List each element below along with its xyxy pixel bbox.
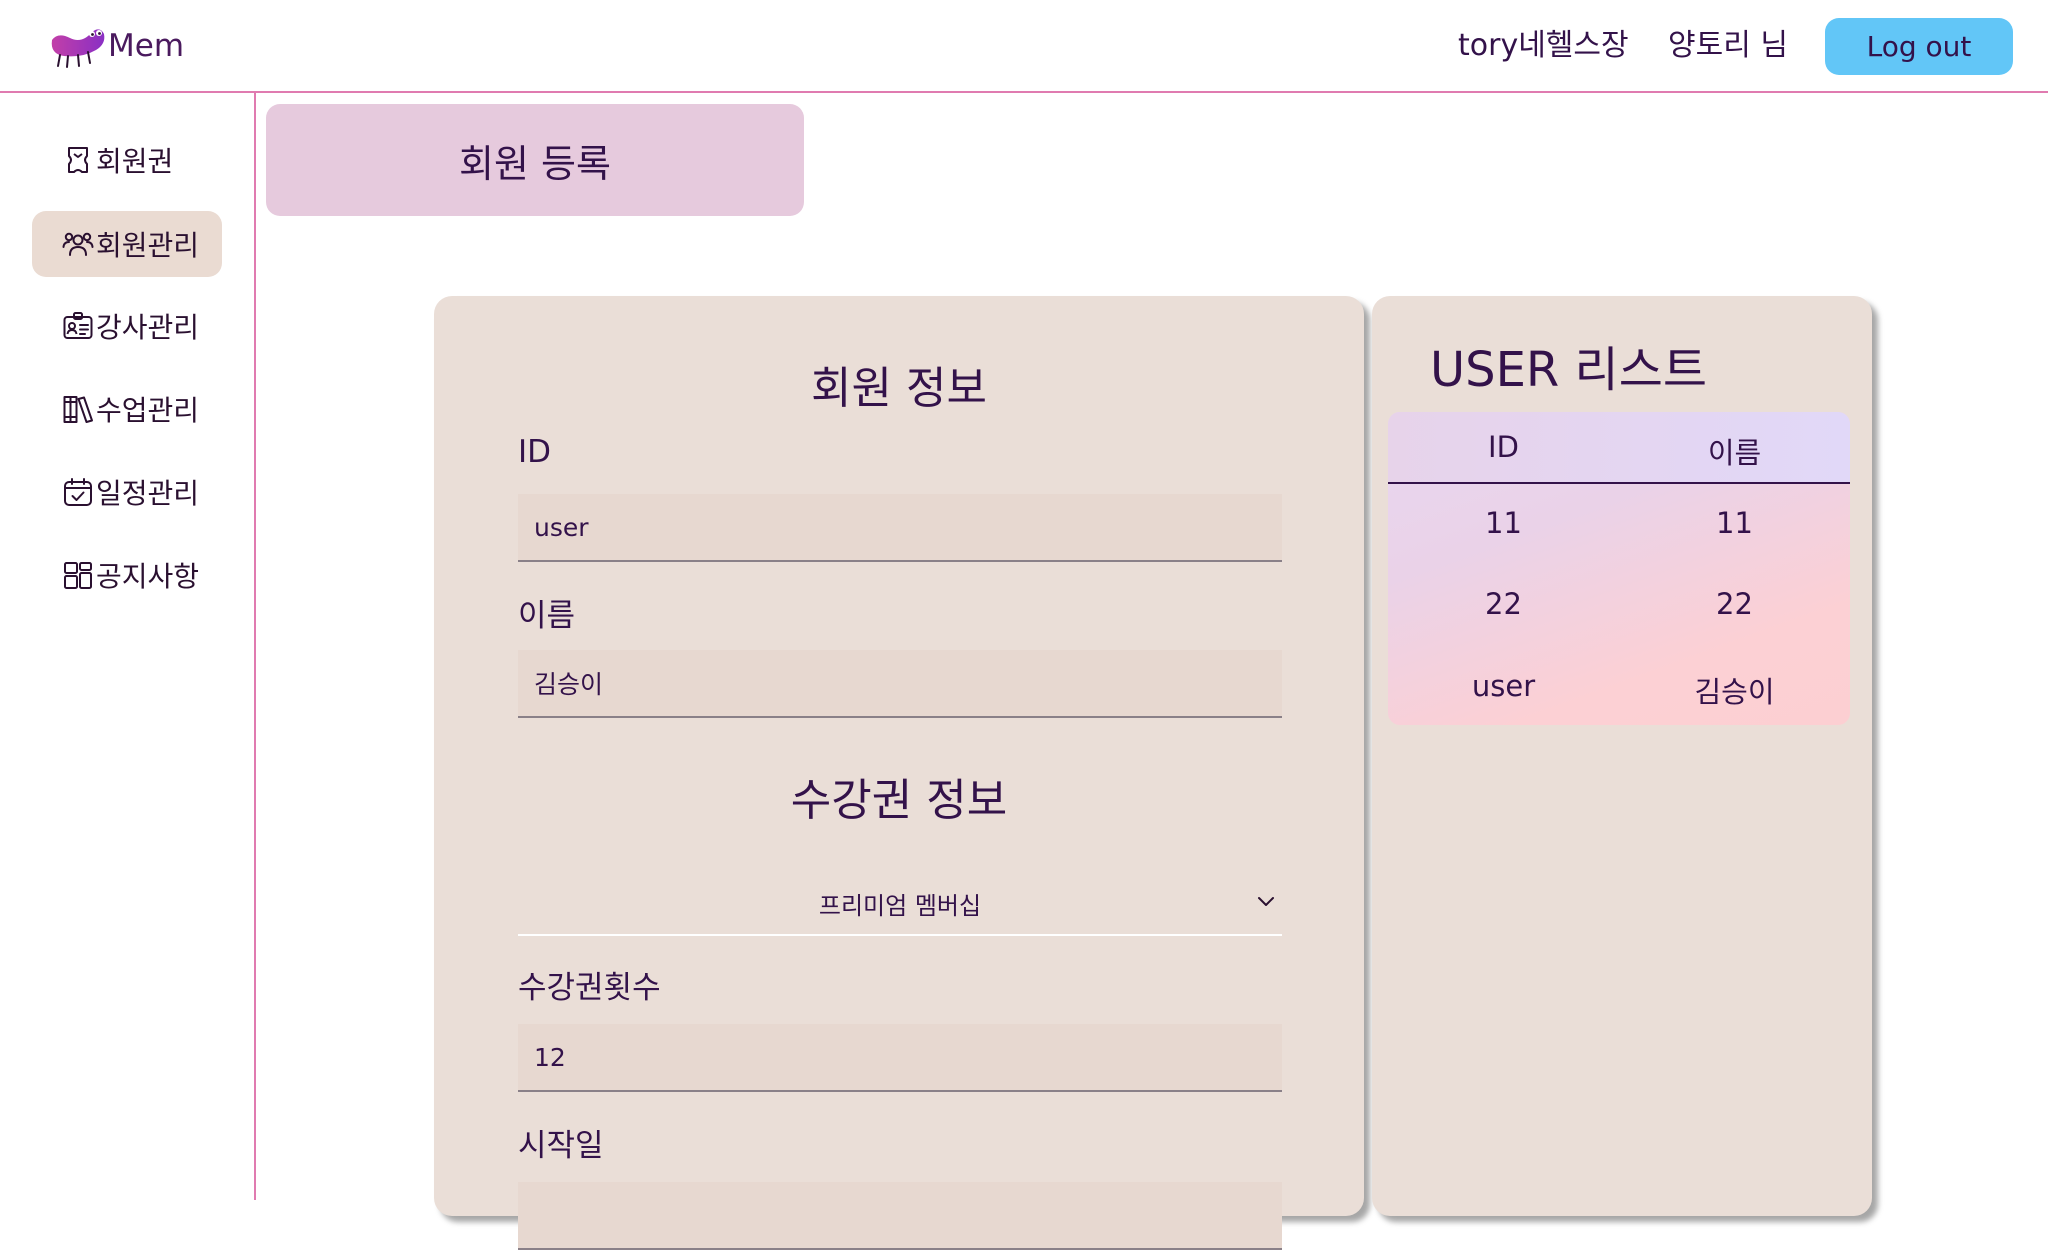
id-badge-icon	[62, 310, 94, 342]
column-header-id: ID	[1488, 430, 1519, 464]
layout-grid-icon	[62, 559, 94, 591]
id-label: ID	[518, 434, 552, 470]
table-row[interactable]: user 김승이	[1388, 651, 1850, 725]
sidebar-item-instructor-management[interactable]: 강사관리	[32, 293, 222, 359]
table-row[interactable]: 22 22	[1388, 569, 1850, 649]
user-list-card: USER 리스트 ID 이름 11 11 22 22 user 김승이	[1372, 296, 1872, 1216]
pass-count-field[interactable]: 12	[518, 1024, 1282, 1092]
pass-count-label: 수강권횟수	[518, 970, 661, 1006]
sidebar-item-notices[interactable]: 공지사항	[32, 542, 222, 608]
sidebar-item-label: 회원권	[96, 145, 174, 178]
sidebar-item-membership[interactable]: 회원권	[32, 127, 222, 193]
pass-type-select[interactable]: 프리미엄 멤버십	[518, 872, 1282, 936]
member-info-heading: 회원 정보	[811, 363, 987, 414]
user-list-table: ID 이름 11 11 22 22 user 김승이	[1388, 412, 1850, 725]
club-name: tory네헬스장	[1458, 28, 1629, 63]
cell-name: 11	[1716, 506, 1753, 540]
table-header: ID 이름	[1388, 412, 1850, 484]
page-title: 회원 등록	[459, 141, 611, 186]
user-list-title: USER 리스트	[1430, 342, 1708, 398]
sidebar-item-label: 수업관리	[96, 394, 200, 427]
start-date-field[interactable]	[518, 1182, 1282, 1250]
cell-name: 김승이	[1694, 675, 1775, 709]
logout-button[interactable]: Log out	[1825, 18, 2013, 75]
brand-name: Mem	[108, 28, 185, 64]
top-header: Mem tory네헬스장 양토리 님 Log out	[0, 0, 2048, 93]
user-greeting: 양토리 님	[1668, 28, 1788, 63]
column-header-name: 이름	[1707, 436, 1762, 470]
sidebar-item-label: 회원관리	[96, 229, 200, 262]
page-title-box: 회원 등록	[266, 104, 804, 216]
brand[interactable]: Mem	[48, 22, 184, 70]
sidebar-item-schedule-management[interactable]: 일정관리	[32, 459, 222, 525]
calendar-check-icon	[62, 476, 94, 508]
cell-id: user	[1471, 669, 1536, 703]
start-date-label: 시작일	[518, 1128, 604, 1164]
name-field-value: 김승이	[534, 670, 604, 699]
cell-name: 22	[1716, 587, 1753, 621]
books-icon	[62, 393, 94, 425]
chevron-down-icon	[1254, 890, 1278, 914]
sidebar-item-label: 강사관리	[96, 311, 200, 344]
name-field[interactable]: 김승이	[518, 650, 1282, 718]
sidebar-item-label: 일정관리	[96, 477, 200, 510]
pass-info-heading: 수강권 정보	[790, 775, 1008, 826]
pass-type-value: 프리미엄 멤버십	[818, 891, 982, 920]
name-label: 이름	[518, 598, 576, 634]
cell-id: 22	[1485, 587, 1522, 621]
brand-logo-icon	[48, 22, 106, 70]
id-field-value: user	[534, 512, 589, 542]
table-row[interactable]: 11 11	[1388, 488, 1850, 568]
sidebar-item-label: 공지사항	[96, 560, 200, 593]
sidebar-item-member-management[interactable]: 회원관리	[32, 211, 222, 277]
member-form-card: 회원 정보 ID user 이름 김승이 수강권 정보 프리미엄 멤버십 수강권…	[434, 296, 1364, 1250]
sidebar-item-class-management[interactable]: 수업관리	[32, 376, 222, 442]
id-field[interactable]: user	[518, 494, 1282, 562]
sidebar: 회원권 회원관리 강사관리 수업관리 일정관리 공지사항	[0, 93, 256, 1200]
ticket-icon	[62, 144, 94, 176]
cell-id: 11	[1485, 506, 1522, 540]
pass-count-value: 12	[534, 1042, 566, 1072]
users-icon	[62, 228, 94, 260]
